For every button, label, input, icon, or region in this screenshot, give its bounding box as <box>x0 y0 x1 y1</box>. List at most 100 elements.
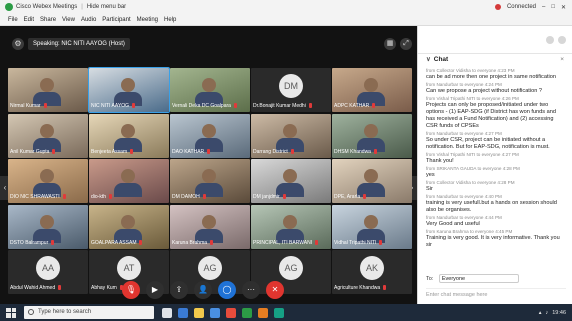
menu-help[interactable]: Help <box>164 17 176 23</box>
volume-icon[interactable]: ♪ <box>545 310 548 316</box>
mute-icon[interactable]: 🎙 <box>122 281 140 299</box>
webex-taskbar-icon[interactable] <box>242 307 252 318</box>
share-icon[interactable]: ⇪ <box>170 281 188 299</box>
participant-tile[interactable]: DHSM Khandwa <box>332 113 412 158</box>
connection-status-icon <box>494 4 501 10</box>
muted-mic-icon <box>109 194 113 200</box>
menu-audio[interactable]: Audio <box>81 17 96 23</box>
hide-menu-bar-toggle[interactable]: Hide menu bar <box>87 4 126 10</box>
collapse-chat-icon[interactable]: ∨ <box>426 54 431 66</box>
participant-tile[interactable]: Anil Kumar Gupta <box>8 113 88 158</box>
chat-input[interactable]: Enter chat message here <box>426 288 566 300</box>
app-icon[interactable] <box>274 307 284 318</box>
participant-name: Vidhal Tripathi NITI <box>334 239 410 247</box>
titlebar-right: Connected – □ ✕ <box>494 4 572 11</box>
chat-message-text: So under CSR, project can be initiated w… <box>426 137 550 150</box>
participant-tile[interactable]: Nirmal Kumar <box>8 68 88 112</box>
windows-start-icon[interactable] <box>6 307 16 318</box>
file-explorer-icon[interactable] <box>194 307 204 318</box>
participant-tile[interactable]: DM Dr.Bonajit Kumar Medhi <box>251 68 331 112</box>
participant-tile[interactable]: DIO NIC SHRAWASTI <box>8 159 88 203</box>
participant-tile[interactable]: AA Abdul Wahid Ahmed <box>8 250 88 294</box>
muted-mic-icon <box>207 148 211 154</box>
menu-view[interactable]: View <box>62 17 75 23</box>
muted-mic-icon <box>372 103 376 109</box>
participant-head <box>283 214 297 229</box>
video-icon[interactable]: ▶ <box>146 281 164 299</box>
participant-name-text: Anil Kumar Gupta <box>10 148 50 155</box>
participant-tile[interactable]: Darrang District <box>251 113 331 158</box>
store-icon[interactable] <box>210 307 220 318</box>
participant-name-text: DIO NIC SHRAWASTI <box>10 194 60 200</box>
avatar-initials: AK <box>360 256 384 280</box>
participant-tile[interactable]: Vidhal Tripathi NITI <box>332 204 412 249</box>
chat-header[interactable]: ∨ Chat × <box>418 54 572 66</box>
participant-name: dio-kth <box>91 193 167 201</box>
menu-edit[interactable]: Edit <box>24 17 34 23</box>
network-icon[interactable]: ▴ <box>539 310 542 316</box>
taskbar-search[interactable]: Type here to search <box>24 306 154 319</box>
edge-icon[interactable] <box>178 307 188 318</box>
app-title: Cisco Webex Meetings <box>16 4 78 10</box>
participant-tile[interactable]: Vernali Deka DC Goalpara <box>170 68 250 112</box>
close-window-icon[interactable]: ✕ <box>561 4 566 11</box>
maximize-icon[interactable]: □ <box>551 4 555 10</box>
participant-tile[interactable]: Benjeeta Assam <box>89 113 169 158</box>
menu-participant[interactable]: Participant <box>102 17 130 23</box>
participant-tile[interactable]: DM janjdmir <box>251 159 331 203</box>
participant-name-text: DAO KATHAR <box>172 148 205 155</box>
participant-name: Abdul Wahid Ahmed <box>10 284 86 292</box>
layout-icon[interactable]: ▦ <box>384 38 396 50</box>
panel-option-icon[interactable] <box>558 35 566 44</box>
participant-name: DM janjdmir <box>253 193 329 201</box>
panel-option-icon[interactable] <box>546 35 554 44</box>
participant-tile[interactable]: Karuna Brahma <box>170 204 250 249</box>
participant-name: GOALPARA ASSAM <box>91 239 167 247</box>
participant-head <box>40 169 54 183</box>
participant-tile[interactable]: DM DAMOH <box>170 159 250 203</box>
participant-tile[interactable]: dio-kth <box>89 159 169 203</box>
taskbar-search-placeholder: Type here to search <box>38 309 92 315</box>
minimize-icon[interactable]: – <box>542 4 545 10</box>
participant-tile[interactable]: AK Agriculture Khandwa <box>332 250 412 294</box>
more-options-icon[interactable]: ··· <box>242 281 260 299</box>
participant-name-text: Darrang District <box>253 148 288 155</box>
participant-tile[interactable]: DAO KATHAR <box>170 113 250 158</box>
chat-recipient-select[interactable]: Everyone <box>438 274 519 283</box>
participant-tile[interactable]: PRINCIPAL, ITI BARWANI <box>251 204 331 249</box>
clock[interactable]: 19:46 <box>552 310 566 316</box>
muted-mic-icon <box>43 103 47 109</box>
participant-tile[interactable]: NIC NITI AAYOG <box>88 67 170 113</box>
app-icon[interactable] <box>258 307 268 318</box>
participant-name: Vernali Deka DC Goalpara <box>172 102 248 110</box>
fullscreen-icon[interactable]: ⤢ <box>400 38 412 50</box>
menu-meeting[interactable]: Meeting <box>137 17 158 23</box>
participant-tile[interactable]: DPE, Ararla <box>332 159 412 203</box>
meeting-info-icon[interactable]: ⚙ <box>12 38 24 50</box>
muted-mic-icon <box>315 239 319 245</box>
mail-icon[interactable] <box>226 307 236 318</box>
active-speaker-label: Speaking: NIC NITI AAYOG (Host) <box>28 38 130 50</box>
connection-status[interactable]: Connected <box>507 4 536 10</box>
chat-log[interactable]: from Collector Vidisha to everyone 4:23 … <box>418 66 572 248</box>
participant-tile[interactable]: ADPC KATHAR <box>332 68 412 112</box>
participant-head <box>202 214 216 229</box>
chat-icon[interactable]: ◯ <box>218 281 236 299</box>
end-meeting-icon[interactable]: ✕ <box>266 281 284 299</box>
menu-file[interactable]: File <box>8 17 18 23</box>
muted-mic-icon <box>210 239 214 245</box>
participants-icon[interactable]: 👤 <box>194 281 212 299</box>
participant-head <box>283 169 297 183</box>
participant-name: PRINCIPAL, ITI BARWANI <box>253 239 329 247</box>
participant-head <box>40 78 54 92</box>
participant-tile[interactable]: GOALPARA ASSAM <box>89 204 169 249</box>
task-view-icon[interactable] <box>162 307 172 318</box>
chat-panel: ∨ Chat × from Collector Vidisha to everyo… <box>417 26 572 304</box>
participant-name: Karuna Brahma <box>172 239 248 247</box>
participant-name: Anil Kumar Gupta <box>10 148 86 156</box>
close-chat-icon[interactable]: × <box>560 54 564 66</box>
participant-head <box>202 169 216 183</box>
muted-mic-icon <box>202 194 206 200</box>
menu-share[interactable]: Share <box>40 17 56 23</box>
participant-tile[interactable]: DSTO Balrampur <box>8 204 88 249</box>
